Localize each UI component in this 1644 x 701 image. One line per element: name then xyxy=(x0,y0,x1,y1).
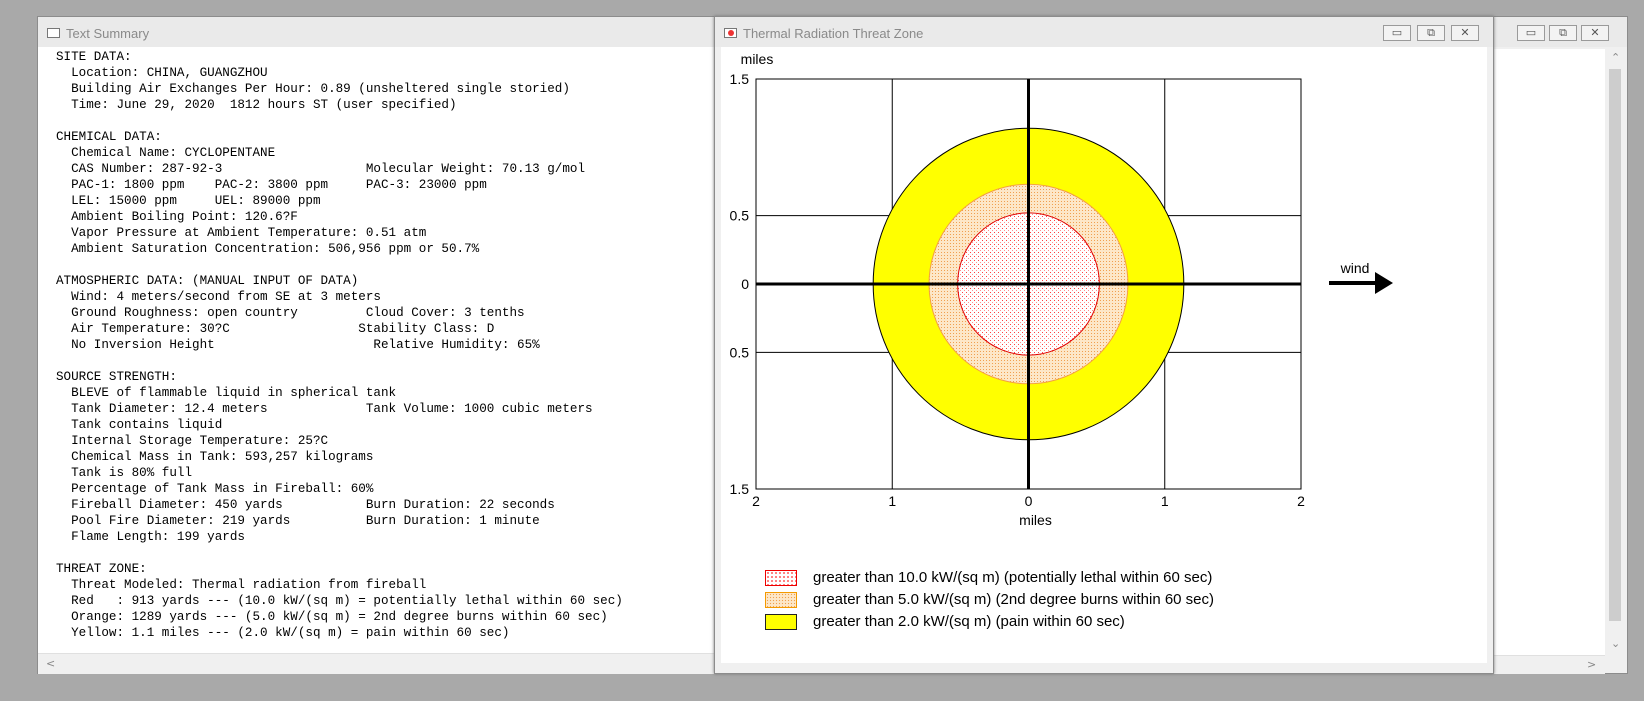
horizontal-scrollbar[interactable]: > xyxy=(1481,655,1605,674)
horizontal-scrollbar[interactable]: < xyxy=(38,653,746,674)
summary-line: Chemical Name: CYCLOPENTANE xyxy=(71,146,276,160)
summary-line: Wind: 4 meters/second from SE at 3 meter… xyxy=(71,290,381,304)
threat-zone-plot: miles1.50.500.51.52 1 0 1 2mileswind xyxy=(730,51,1393,528)
y-axis-unit-label: miles xyxy=(741,51,774,67)
legend: greater than 10.0 kW/(sq m) (potentially… xyxy=(721,569,1421,649)
summary-line: THREAT ZONE: xyxy=(56,562,147,576)
summary-line: Ground Roughness: open country Cloud Cov… xyxy=(71,306,525,320)
text-summary-window[interactable]: Text Summary SITE DATA: Location: CHINA,… xyxy=(37,16,747,674)
summary-line: BLEVE of flammable liquid in spherical t… xyxy=(71,386,397,400)
y-tick-label: 1.5 xyxy=(730,71,750,87)
summary-line: Internal Storage Temperature: 25?C xyxy=(71,434,329,448)
threat-zone-app-icon xyxy=(724,28,737,38)
minimize-button[interactable]: ▭ xyxy=(1517,25,1545,41)
summary-line: No Inversion Height Relative Humidity: 6… xyxy=(71,338,540,352)
text-summary-titlebar[interactable]: Text Summary xyxy=(38,17,746,47)
background-window[interactable]: ▭ ⧉ ✕ ⌃ ⌄ > xyxy=(1480,16,1628,674)
summary-line: Fireball Diameter: 450 yards Burn Durati… xyxy=(71,498,555,512)
summary-text: SITE DATA: Location: CHINA, GUANGZHOU Bu… xyxy=(56,49,623,641)
summary-line: Time: June 29, 2020 1812 hours ST (user … xyxy=(71,98,457,112)
summary-line: Building Air Exchanges Per Hour: 0.89 (u… xyxy=(71,82,570,96)
summary-line: SITE DATA: xyxy=(56,50,132,64)
close-button[interactable]: ✕ xyxy=(1451,25,1479,41)
summary-line: Orange: 1289 yards --- (5.0 kW/(sq m) = … xyxy=(71,610,608,624)
summary-line: Vapor Pressure at Ambient Temperature: 0… xyxy=(71,226,427,240)
scroll-down-arrow-icon[interactable]: ⌄ xyxy=(1611,637,1620,650)
summary-line: ATMOSPHERIC DATA: (MANUAL INPUT OF DATA) xyxy=(56,274,359,288)
wind-arrow-icon xyxy=(1375,272,1393,294)
legend-label-orange: greater than 5.0 kW/(sq m) (2nd degree b… xyxy=(813,591,1215,608)
legend-label-red: greater than 10.0 kW/(sq m) (potentially… xyxy=(813,569,1213,586)
y-tick-label: 0.5 xyxy=(730,344,750,360)
legend-label-yellow: greater than 2.0 kW/(sq m) (pain within … xyxy=(813,613,1125,630)
y-tick-label: 0.5 xyxy=(730,208,750,224)
x-tick-label: 1 xyxy=(888,493,896,509)
wind-label: wind xyxy=(1340,260,1370,276)
restore-button[interactable]: ⧉ xyxy=(1549,25,1577,41)
summary-line: Ambient Saturation Concentration: 506,95… xyxy=(71,242,480,256)
summary-line: Red : 913 yards --- (10.0 kW/(sq m) = po… xyxy=(71,594,623,608)
scrollbar-thumb[interactable] xyxy=(1609,69,1621,621)
threat-zone-client: miles 1.5 0.5 0 0.5 1.5 2 1 0 1 2 miles wind greater… xyxy=(721,47,1487,663)
x-tick-label: 2 xyxy=(1297,493,1305,509)
summary-line: Pool Fire Diameter: 219 yards Burn Durat… xyxy=(71,514,540,528)
y-tick-label: 0 xyxy=(741,276,749,292)
summary-line: Tank is 80% full xyxy=(71,466,193,480)
x-tick-label: 1 xyxy=(1161,493,1169,509)
summary-line: Tank Diameter: 12.4 meters Tank Volume: … xyxy=(71,402,593,416)
threat-zone-window[interactable]: Thermal Radiation Threat Zone ▭ ⧉ ✕ mile… xyxy=(714,16,1494,674)
background-window-client xyxy=(1481,49,1605,655)
text-summary-client: SITE DATA: Location: CHINA, GUANGZHOU Bu… xyxy=(38,47,746,653)
threat-zone-title: Thermal Radiation Threat Zone xyxy=(743,26,924,41)
summary-line: Percentage of Tank Mass in Fireball: 60% xyxy=(71,482,374,496)
x-tick-label: 2 xyxy=(752,493,760,509)
y-tick-label: 1.5 xyxy=(730,481,750,497)
legend-swatch-red xyxy=(765,570,797,586)
summary-line: Tank contains liquid xyxy=(71,418,223,432)
legend-swatch-orange xyxy=(765,592,797,608)
summary-line: Ambient Boiling Point: 120.6?F xyxy=(71,210,298,224)
summary-line: Chemical Mass in Tank: 593,257 kilograms xyxy=(71,450,374,464)
summary-line: Threat Modeled: Thermal radiation from f… xyxy=(71,578,427,592)
restore-button[interactable]: ⧉ xyxy=(1417,25,1445,41)
scroll-left-arrow-icon[interactable]: < xyxy=(46,657,55,670)
minimize-button[interactable]: ▭ xyxy=(1383,25,1411,41)
summary-line: Air Temperature: 30?C Stability Class: D xyxy=(71,322,495,336)
scroll-right-arrow-icon[interactable]: > xyxy=(1587,658,1596,671)
summary-line: CAS Number: 287-92-3 Molecular Weight: 7… xyxy=(71,162,586,176)
summary-line: Location: CHINA, GUANGZHOU xyxy=(71,66,268,80)
threat-zone-titlebar[interactable]: Thermal Radiation Threat Zone ▭ ⧉ ✕ xyxy=(715,17,1493,47)
x-axis-unit-label: miles xyxy=(1019,512,1052,528)
vertical-scrollbar[interactable]: ⌃ ⌄ xyxy=(1605,49,1627,655)
summary-line: Yellow: 1.1 miles --- (2.0 kW/(sq m) = p… xyxy=(71,626,510,640)
x-tick-label: 0 xyxy=(1025,493,1033,509)
summary-line: Flame Length: 199 yards xyxy=(71,530,245,544)
text-summary-app-icon xyxy=(47,28,60,38)
summary-line: CHEMICAL DATA: xyxy=(56,130,162,144)
scroll-up-arrow-icon[interactable]: ⌃ xyxy=(1611,51,1620,64)
close-button[interactable]: ✕ xyxy=(1581,25,1609,41)
summary-line: SOURCE STRENGTH: xyxy=(56,370,177,384)
summary-line: PAC-1: 1800 ppm PAC-2: 3800 ppm PAC-3: 2… xyxy=(71,178,487,192)
legend-swatch-yellow xyxy=(765,614,797,630)
summary-line: LEL: 15000 ppm UEL: 89000 ppm xyxy=(71,194,321,208)
text-summary-title: Text Summary xyxy=(66,26,150,41)
